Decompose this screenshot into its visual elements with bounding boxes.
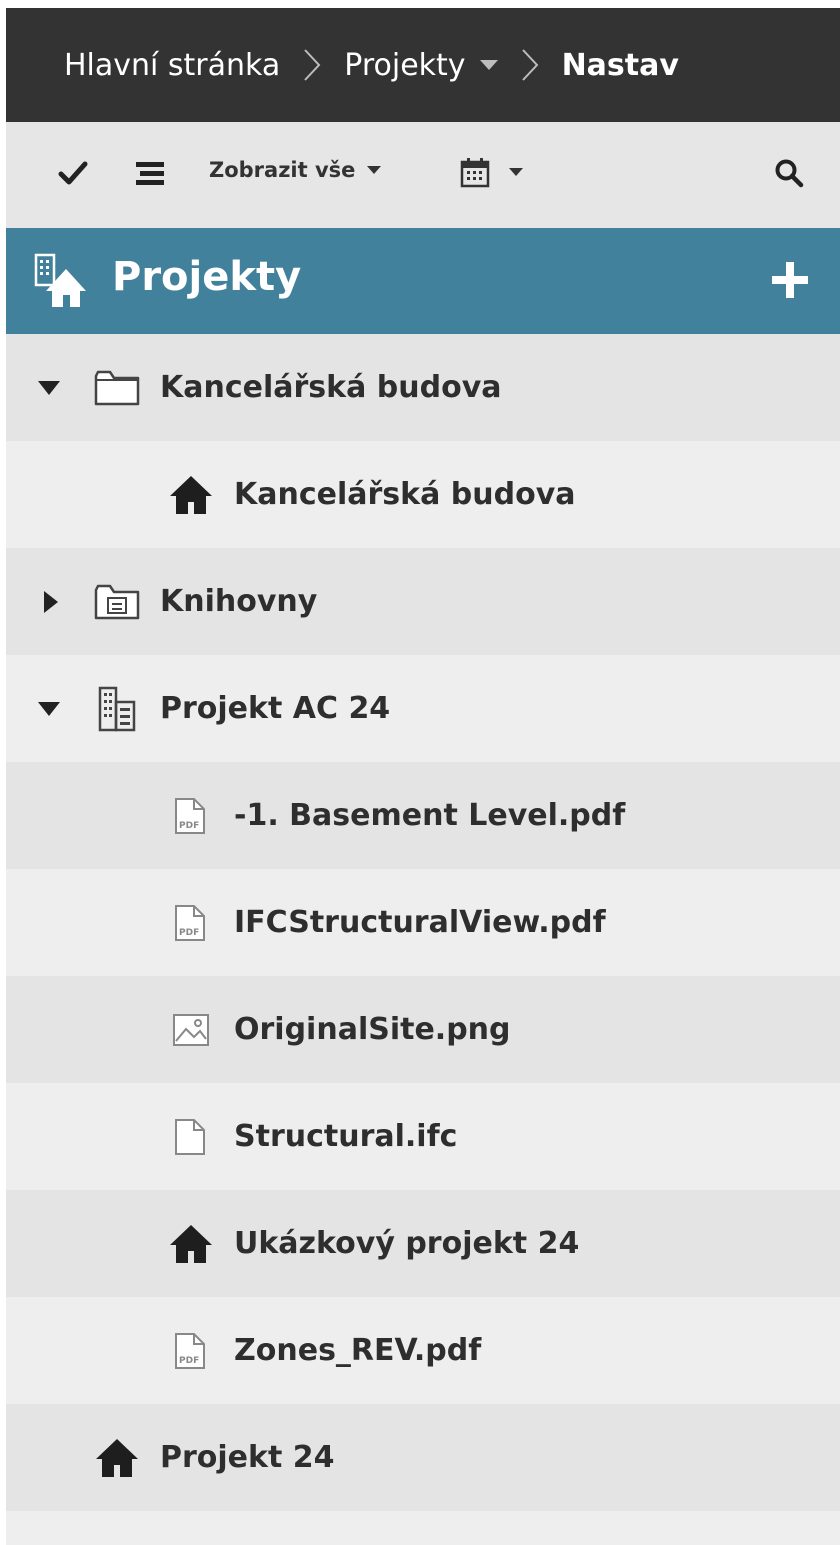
- project-house-icon: [168, 441, 214, 548]
- chevron-right-icon: [280, 45, 344, 85]
- tree-row-projekt-ac-24[interactable]: Projekt AC 24: [6, 655, 840, 762]
- tree-item-label: OriginalSite.png: [234, 1012, 511, 1047]
- search-icon[interactable]: [774, 158, 804, 188]
- caret-down-icon[interactable]: [38, 655, 60, 762]
- tree-row-structural-ifc[interactable]: Structural.ifc: [6, 1083, 840, 1190]
- page-title: Projekty: [112, 254, 302, 300]
- calendar-icon: [459, 156, 491, 188]
- breadcrumb-projects[interactable]: Projekty: [344, 47, 498, 83]
- breadcrumb-home[interactable]: Hlavní stránka: [64, 48, 280, 83]
- pdf-file-icon: PDF: [174, 869, 206, 976]
- library-folder-icon: [94, 548, 140, 655]
- svg-text:PDF: PDF: [179, 1356, 199, 1366]
- tree-item-label: Projekt AC 24: [160, 691, 391, 726]
- tree-item-label: Structural.ifc: [234, 1119, 458, 1154]
- tree-row-knihovny[interactable]: Knihovny: [6, 548, 840, 655]
- add-project-button[interactable]: [768, 258, 812, 302]
- pdf-file-icon: PDF: [174, 762, 206, 869]
- tree-row-empty: [6, 1511, 840, 1545]
- tree-row-ukazkovy-projekt-24[interactable]: Ukázkový projekt 24: [6, 1190, 840, 1297]
- caret-down-icon[interactable]: [38, 334, 60, 441]
- toolbar: Zobrazit vše: [6, 122, 840, 228]
- caret-down-icon[interactable]: [479, 60, 498, 70]
- breadcrumb-current[interactable]: Nastav: [562, 48, 679, 83]
- tree-row-originalsite-png[interactable]: OriginalSite.png: [6, 976, 840, 1083]
- svg-text:PDF: PDF: [179, 928, 199, 938]
- tree-item-label: Projekt 24: [160, 1440, 335, 1475]
- tree-row-zones-rev-pdf[interactable]: PDF Zones_REV.pdf: [6, 1297, 840, 1404]
- caret-down-icon: [367, 166, 382, 174]
- tree-row-kancelarska-budova-project[interactable]: Kancelářská budova: [6, 441, 840, 548]
- project-tree: Kancelářská budova Kancelářská budova Kn…: [6, 334, 840, 1545]
- pdf-file-icon: PDF: [174, 1297, 206, 1404]
- breadcrumb-projects-label: Projekty: [344, 47, 466, 83]
- tree-item-label: Zones_REV.pdf: [234, 1333, 482, 1368]
- show-all-dropdown[interactable]: Zobrazit vše: [209, 158, 382, 182]
- chevron-right-icon: [498, 45, 562, 85]
- building-icon: [98, 655, 136, 762]
- image-file-icon: [172, 976, 210, 1083]
- caret-right-icon[interactable]: [44, 548, 58, 655]
- list-view-icon[interactable]: [134, 160, 166, 188]
- svg-text:PDF: PDF: [179, 821, 199, 831]
- tree-row-ifcstructuralview-pdf[interactable]: PDF IFCStructuralView.pdf: [6, 869, 840, 976]
- tree-item-label: Knihovny: [160, 584, 318, 619]
- project-house-icon: [94, 1404, 140, 1511]
- tree-item-label: IFCStructuralView.pdf: [234, 905, 606, 940]
- tree-row-projekt-24[interactable]: Projekt 24: [6, 1404, 840, 1511]
- tree-item-label: Kancelářská budova: [234, 477, 576, 512]
- show-all-label: Zobrazit vše: [209, 158, 356, 182]
- app-frame: Hlavní stránka Projekty Nastav Zobrazit …: [6, 8, 840, 1545]
- file-icon: [174, 1083, 206, 1190]
- projects-icon: [30, 253, 94, 309]
- caret-down-icon: [509, 168, 523, 176]
- tree-row-kancelarska-budova-folder[interactable]: Kancelářská budova: [6, 334, 840, 441]
- calendar-dropdown[interactable]: [459, 156, 523, 188]
- project-house-icon: [168, 1190, 214, 1297]
- tree-item-label: Ukázkový projekt 24: [234, 1226, 580, 1261]
- tree-item-label: -1. Basement Level.pdf: [234, 798, 626, 833]
- projects-header: Projekty: [6, 228, 840, 334]
- check-icon[interactable]: [58, 160, 88, 186]
- breadcrumb: Hlavní stránka Projekty Nastav: [6, 8, 840, 122]
- tree-row-basement-pdf[interactable]: PDF -1. Basement Level.pdf: [6, 762, 840, 869]
- tree-item-label: Kancelářská budova: [160, 370, 502, 405]
- folder-icon: [94, 334, 140, 441]
